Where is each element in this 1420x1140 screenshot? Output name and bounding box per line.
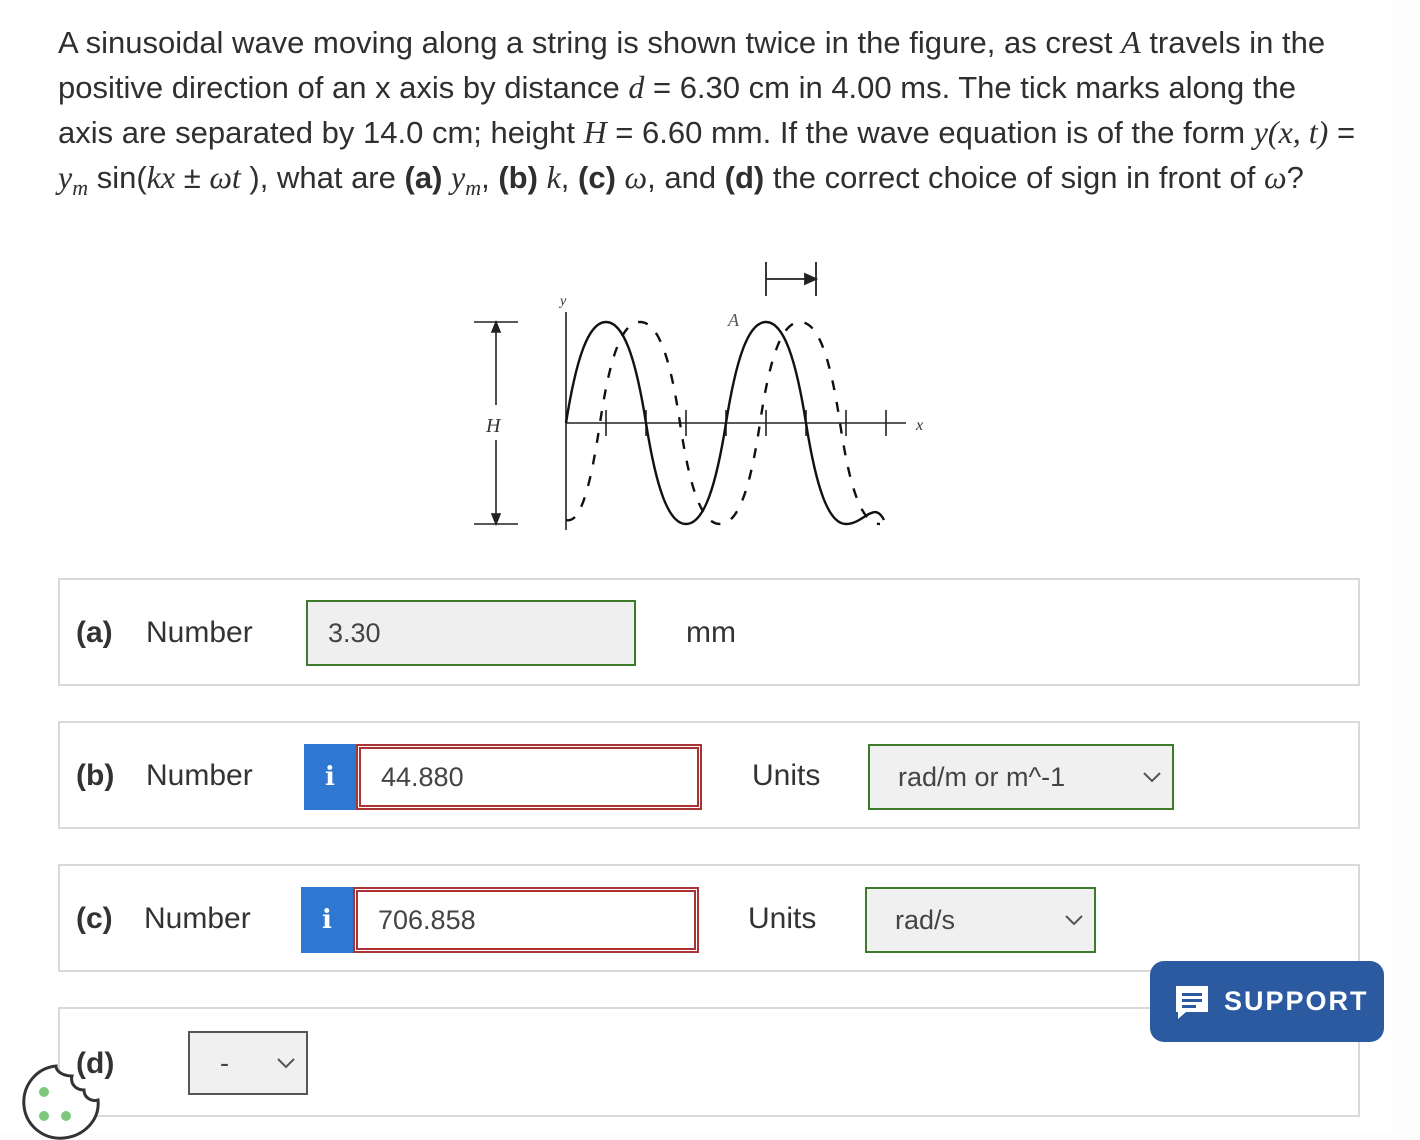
chat-icon [1176,985,1208,1019]
distance-dimension [765,262,819,296]
sign-value-d: - [220,1047,229,1078]
number-label-a: Number [146,616,253,649]
answer-input-c[interactable]: 706.858 [353,887,699,953]
units-select-c[interactable]: rad/s [865,887,1096,953]
part-b-label: (b) [76,759,115,792]
chevron-down-icon [1065,915,1083,926]
y-axis-label: y [558,294,567,309]
answer-value-b: 44.880 [381,761,464,792]
part-c-label: (c) [76,902,113,935]
x-axis-label: x [915,417,923,434]
units-label-b: Units [752,759,821,792]
answer-row-a: (a) Number 3.30 mm [58,578,1360,686]
units-label-c: Units [748,902,817,935]
units-value-c: rad/s [895,904,956,935]
chevron-down-icon [1143,772,1161,783]
chevron-down-icon [277,1058,295,1069]
units-value-b: rad/m or m^-1 [898,761,1066,792]
support-button[interactable]: SUPPORT [1150,961,1384,1042]
answer-value-c: 706.858 [378,904,476,935]
units-select-b[interactable]: rad/m or m^-1 [868,744,1174,810]
part-a-label: (a) [76,616,113,649]
number-label-b: Number [146,759,253,792]
h-label: H [485,415,502,437]
answer-value-a: 3.30 [328,617,381,648]
question-text: A sinusoidal wave moving along a string … [58,24,1356,201]
support-label: SUPPORT [1224,986,1369,1016]
wave-figure: H y x A [474,262,923,530]
info-icon[interactable]: i [301,887,353,953]
unit-label-a: mm [686,616,736,649]
answer-input-a[interactable]: 3.30 [306,600,636,666]
crest-a-label: A [727,310,740,330]
cookie-icon[interactable] [18,1060,104,1140]
answer-input-b[interactable]: 44.880 [356,744,702,810]
answer-row-b: (b) Number i 44.880 Units rad/m or m^-1 [58,721,1360,829]
info-icon[interactable]: i [304,744,356,810]
answer-row-c: (c) Number i 706.858 Units rad/s [58,864,1360,972]
sign-select-d[interactable]: - [188,1031,308,1095]
number-label-c: Number [144,902,251,935]
